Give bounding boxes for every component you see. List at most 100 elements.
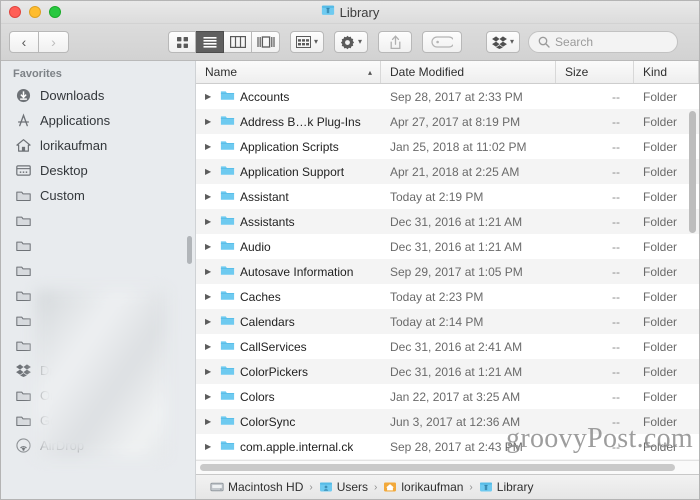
list-view-button[interactable] bbox=[196, 31, 224, 53]
search-input[interactable]: Search bbox=[555, 35, 593, 49]
cell-name[interactable]: ▶ Application Scripts bbox=[196, 139, 381, 155]
sidebar-item-home[interactable]: lorikaufman bbox=[1, 133, 195, 158]
sidebar-item-blurred-2[interactable] bbox=[1, 233, 195, 258]
disclosure-triangle-icon[interactable]: ▶ bbox=[205, 117, 215, 126]
table-row[interactable]: ▶ Colors Jan 22, 2017 at 3:25 AM -- Folder bbox=[196, 384, 699, 409]
arrange-button[interactable]: ▾ bbox=[290, 31, 325, 53]
disclosure-triangle-icon[interactable]: ▶ bbox=[205, 142, 215, 151]
cell-name[interactable]: ▶ com.apple.internal.ck bbox=[196, 439, 381, 455]
disclosure-triangle-icon[interactable]: ▶ bbox=[205, 292, 215, 301]
disclosure-triangle-icon[interactable]: ▶ bbox=[205, 192, 215, 201]
path-item-macintosh-hd[interactable]: Macintosh HD bbox=[210, 480, 303, 494]
folder-icon bbox=[220, 139, 235, 155]
table-row[interactable]: ▶ CallServices Dec 31, 2016 at 2:41 AM -- Fo… bbox=[196, 334, 699, 359]
table-row[interactable]: ▶ ColorSync Jun 3, 2017 at 12:36 AM -- Folde… bbox=[196, 409, 699, 434]
users-folder-icon bbox=[319, 482, 332, 492]
column-label: Kind bbox=[643, 65, 668, 79]
cell-name[interactable]: ▶ Autosave Information bbox=[196, 264, 381, 280]
folder-icon bbox=[220, 314, 235, 330]
cell-name[interactable]: ▶ Colors bbox=[196, 389, 381, 405]
cell-kind: Folder bbox=[643, 264, 678, 279]
path-separator: › bbox=[469, 481, 473, 493]
folder-icon bbox=[15, 262, 32, 279]
sidebar-item-applications[interactable]: Applications bbox=[1, 108, 195, 133]
cell-name[interactable]: ▶ Application Support bbox=[196, 164, 381, 180]
horizontal-scrollbar[interactable] bbox=[196, 460, 699, 474]
table-row[interactable]: ▶ Caches Today at 2:23 PM -- Folder bbox=[196, 284, 699, 309]
column-header-date-modified[interactable]: Date Modified bbox=[381, 61, 556, 83]
cell-date-modified: Apr 27, 2017 at 8:19 PM bbox=[390, 114, 521, 129]
cell-date-modified: Dec 31, 2016 at 1:21 AM bbox=[390, 364, 523, 379]
cell-name[interactable]: ▶ Audio bbox=[196, 239, 381, 255]
horizontal-scrollbar-thumb[interactable] bbox=[200, 464, 676, 471]
cell-name[interactable]: ▶ ColorPickers bbox=[196, 364, 381, 380]
path-item-home[interactable]: lorikaufman bbox=[383, 480, 463, 494]
folder-icon bbox=[220, 214, 235, 230]
disclosure-triangle-icon[interactable]: ▶ bbox=[205, 392, 215, 401]
cell-name[interactable]: ▶ Assistant bbox=[196, 189, 381, 205]
disclosure-triangle-icon[interactable]: ▶ bbox=[205, 167, 215, 176]
table-row[interactable]: ▶ Application Scripts Jan 25, 2018 at 11:0… bbox=[196, 134, 699, 159]
library-folder-icon bbox=[479, 482, 492, 492]
icon-view-button[interactable] bbox=[168, 31, 196, 53]
sidebar-item-downloads[interactable]: Downloads bbox=[1, 83, 195, 108]
sidebar-scrollbar[interactable] bbox=[187, 236, 192, 264]
tag-button[interactable] bbox=[422, 31, 463, 53]
disclosure-triangle-icon[interactable]: ▶ bbox=[205, 217, 215, 226]
table-row[interactable]: ▶ Assistant Today at 2:19 PM -- Folder bbox=[196, 184, 699, 209]
gallery-view-button[interactable] bbox=[252, 31, 280, 53]
cell-name[interactable]: ▶ ColorSync bbox=[196, 414, 381, 430]
table-row[interactable]: ▶ Application Support Apr 21, 2018 at 2:25… bbox=[196, 159, 699, 184]
sidebar-item-desktop[interactable]: Desktop bbox=[1, 158, 195, 183]
disclosure-triangle-icon[interactable]: ▶ bbox=[205, 342, 215, 351]
column-header-size[interactable]: Size bbox=[556, 61, 634, 83]
disclosure-triangle-icon[interactable]: ▶ bbox=[205, 417, 215, 426]
column-view-button[interactable] bbox=[224, 31, 252, 53]
share-button[interactable] bbox=[378, 31, 413, 53]
search-field[interactable]: Search bbox=[528, 31, 679, 53]
disclosure-triangle-icon[interactable]: ▶ bbox=[205, 267, 215, 276]
file-name-label: Calendars bbox=[240, 314, 295, 329]
cell-date-modified: Dec 31, 2016 at 1:21 AM bbox=[390, 214, 523, 229]
forward-button[interactable]: › bbox=[39, 31, 69, 53]
sidebar-item-custom[interactable]: Custom bbox=[1, 183, 195, 208]
path-item-users[interactable]: Users bbox=[319, 480, 368, 494]
sidebar-item-label: Applications bbox=[40, 113, 111, 128]
cell-size: -- bbox=[612, 189, 620, 204]
column-header-kind[interactable]: Kind bbox=[634, 61, 699, 83]
cell-name[interactable]: ▶ Assistants bbox=[196, 214, 381, 230]
column-header-name[interactable]: Name ▴ bbox=[196, 61, 381, 83]
action-menu-button[interactable]: ▾ bbox=[334, 31, 369, 53]
sidebar-item-blurred-3[interactable] bbox=[1, 258, 195, 283]
cell-name[interactable]: ▶ Address B…k Plug-Ins bbox=[196, 114, 381, 130]
dropbox-button[interactable]: ▾ bbox=[486, 31, 521, 53]
table-row[interactable]: ▶ Accounts Sep 28, 2017 at 2:33 PM -- Folder bbox=[196, 84, 699, 109]
file-list-scrollbar[interactable] bbox=[689, 111, 696, 233]
table-row[interactable]: ▶CompositionsDec 31, 2016 at 1:21 AM--Fo… bbox=[196, 459, 699, 460]
table-row[interactable]: ▶ Autosave Information Sep 29, 2017 at 1:0… bbox=[196, 259, 699, 284]
maximize-button[interactable] bbox=[49, 6, 61, 18]
table-row[interactable]: ▶ Audio Dec 31, 2016 at 1:21 AM -- Folder bbox=[196, 234, 699, 259]
cell-name[interactable]: ▶ Calendars bbox=[196, 314, 381, 330]
cell-name[interactable]: ▶ Accounts bbox=[196, 89, 381, 105]
file-name-label: Address B…k Plug-Ins bbox=[240, 114, 361, 129]
disclosure-triangle-icon[interactable]: ▶ bbox=[205, 317, 215, 326]
cell-name[interactable]: ▶ CallServices bbox=[196, 339, 381, 355]
sidebar-item-blurred-1[interactable] bbox=[1, 208, 195, 233]
table-row[interactable]: ▶ Assistants Dec 31, 2016 at 1:21 AM -- Fold… bbox=[196, 209, 699, 234]
cell-name[interactable]: ▶ Caches bbox=[196, 289, 381, 305]
table-row[interactable]: ▶ Address B…k Plug-Ins Apr 27, 2017 at 8:1… bbox=[196, 109, 699, 134]
disclosure-triangle-icon[interactable]: ▶ bbox=[205, 242, 215, 251]
table-row[interactable]: ▶ Calendars Today at 2:14 PM -- Folder bbox=[196, 309, 699, 334]
disclosure-triangle-icon[interactable]: ▶ bbox=[205, 442, 215, 451]
path-item-library[interactable]: Library bbox=[479, 480, 533, 494]
back-button[interactable]: ‹ bbox=[9, 31, 39, 53]
disclosure-triangle-icon[interactable]: ▶ bbox=[205, 92, 215, 101]
table-row[interactable]: ▶ com.apple.internal.ck Sep 28, 2017 at 2:… bbox=[196, 434, 699, 459]
table-row[interactable]: ▶ ColorPickers Dec 31, 2016 at 1:21 AM -- Fo… bbox=[196, 359, 699, 384]
disclosure-triangle-icon[interactable]: ▶ bbox=[205, 367, 215, 376]
close-button[interactable] bbox=[9, 6, 21, 18]
cell-size: -- bbox=[612, 114, 620, 129]
path-item-label: Macintosh HD bbox=[228, 480, 304, 494]
minimize-button[interactable] bbox=[29, 6, 41, 18]
